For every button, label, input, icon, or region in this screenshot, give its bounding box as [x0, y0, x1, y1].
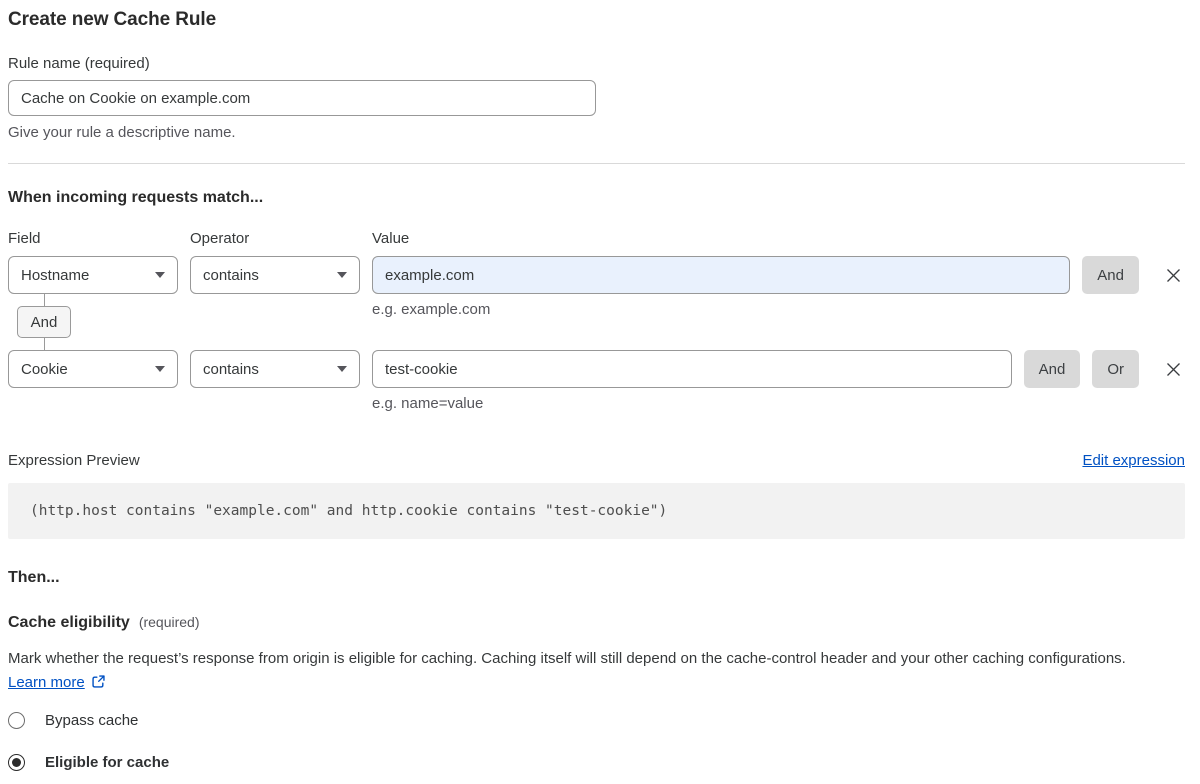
cache-eligibility-title: Cache eligibility: [8, 613, 130, 632]
expression-preview-label: Expression Preview: [8, 452, 140, 469]
operator-select-1[interactable]: contains: [190, 256, 360, 294]
rule-name-input[interactable]: [8, 80, 596, 116]
and-condition-button-2[interactable]: And: [1024, 350, 1081, 388]
condition-connector: And: [17, 294, 71, 350]
then-heading: Then...: [8, 568, 1185, 587]
remove-condition-button-1[interactable]: [1161, 256, 1185, 294]
page-title: Create new Cache Rule: [8, 8, 1185, 31]
expression-preview-section: Expression Preview Edit expression (http…: [8, 452, 1185, 539]
expression-preview-code: (http.host contains "example.com" and ht…: [8, 483, 1185, 539]
external-link-icon: [91, 674, 106, 689]
chevron-down-icon: [337, 272, 347, 278]
cache-eligibility-description: Mark whether the request’s response from…: [8, 647, 1166, 695]
radio-button-icon[interactable]: [8, 712, 25, 729]
expression-preview-header: Expression Preview Edit expression: [8, 452, 1185, 469]
match-section-heading: When incoming requests match...: [8, 188, 1185, 207]
condition-column-labels: Field Operator Value: [8, 230, 1185, 247]
or-condition-button-2[interactable]: Or: [1092, 350, 1139, 388]
description-text: Mark whether the request’s response from…: [8, 650, 1126, 667]
create-cache-rule-form: Create new Cache Rule Rule name (require…: [0, 0, 1200, 771]
section-divider: [8, 163, 1185, 164]
close-icon: [1165, 361, 1182, 378]
close-icon: [1165, 267, 1182, 284]
radio-option-bypass-cache[interactable]: Bypass cache: [8, 712, 1185, 729]
rule-name-helper: Give your rule a descriptive name.: [8, 124, 1185, 141]
field-select-1[interactable]: Hostname: [8, 256, 178, 294]
required-note: (required): [139, 614, 200, 630]
connector-line-top: [44, 294, 45, 306]
and-condition-button-1[interactable]: And: [1082, 256, 1139, 294]
connector-line-bottom: [44, 338, 45, 350]
learn-more-link[interactable]: Learn more: [8, 674, 85, 691]
operator-select-1-value: contains: [203, 267, 259, 284]
cache-eligibility-heading: Cache eligibility (required): [8, 613, 1185, 632]
operator-select-2-value: contains: [203, 361, 259, 378]
condition-row-1: Hostname contains e.g. example.com And: [8, 256, 1185, 294]
value-field-wrap-1: e.g. example.com: [372, 256, 1070, 294]
expression-code-text: (http.host contains "example.com" and ht…: [30, 503, 667, 519]
operator-column-label: Operator: [190, 230, 360, 247]
chevron-down-icon: [155, 366, 165, 372]
radio-option-eligible-for-cache[interactable]: Eligible for cache: [8, 754, 1185, 771]
remove-condition-button-2[interactable]: [1161, 350, 1185, 388]
radio-button-icon[interactable]: [8, 754, 25, 771]
value-column-label: Value: [372, 230, 409, 247]
value-field-wrap-2: e.g. name=value: [372, 350, 1012, 388]
value-helper-2: e.g. name=value: [372, 395, 483, 412]
chevron-down-icon: [337, 366, 347, 372]
value-input-2[interactable]: [372, 350, 1012, 388]
field-select-1-value: Hostname: [21, 267, 89, 284]
radio-label: Bypass cache: [45, 712, 138, 729]
condition-row-2: Cookie contains e.g. name=value And Or: [8, 350, 1185, 388]
field-select-2-value: Cookie: [21, 361, 68, 378]
rule-name-label: Rule name (required): [8, 55, 1185, 72]
edit-expression-link[interactable]: Edit expression: [1082, 452, 1185, 469]
field-select-2[interactable]: Cookie: [8, 350, 178, 388]
operator-select-2[interactable]: contains: [190, 350, 360, 388]
radio-label: Eligible for cache: [45, 754, 169, 771]
chevron-down-icon: [155, 272, 165, 278]
connector-and-button[interactable]: And: [17, 306, 71, 338]
field-column-label: Field: [8, 230, 178, 247]
value-input-1[interactable]: [372, 256, 1070, 294]
value-helper-1: e.g. example.com: [372, 301, 490, 318]
